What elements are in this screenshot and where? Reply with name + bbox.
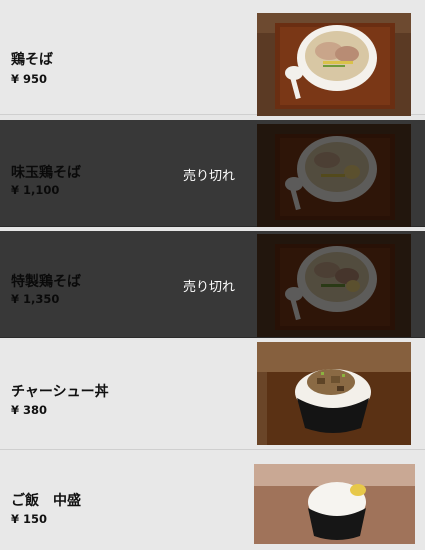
item-price: ¥ 1,100 — [11, 183, 60, 197]
menu-list: 鶏そば ¥ 950 味玉鶏そば ¥ 1,100 売り切れ 特製鶏そば ¥ 1,3… — [0, 0, 425, 550]
item-price: ¥ 1,350 — [11, 292, 60, 306]
menu-item-chashu-don[interactable]: チャーシュー丼 ¥ 380 — [0, 340, 425, 450]
item-price: ¥ 380 — [11, 403, 48, 417]
menu-item-gohan-chumori[interactable]: ご飯 中盛 ¥ 150 — [0, 450, 425, 550]
menu-item-tori-soba[interactable]: 鶏そば ¥ 950 — [0, 0, 425, 116]
item-name: チャーシュー丼 — [11, 384, 109, 400]
rice-bowl-photo — [254, 464, 415, 544]
item-name: 特製鶏そば — [11, 274, 81, 290]
item-name: 味玉鶏そば — [11, 165, 81, 181]
menu-item-ajitama-tori-soba[interactable]: 味玉鶏そば ¥ 1,100 売り切れ — [0, 120, 425, 227]
item-price: ¥ 150 — [11, 512, 48, 526]
menu-item-tokusei-tori-soba[interactable]: 特製鶏そば ¥ 1,350 売り切れ — [0, 231, 425, 338]
item-name: 鶏そば — [11, 52, 53, 68]
sold-out-label: 売り切れ — [183, 169, 236, 184]
ramen-photo — [257, 234, 411, 337]
item-price: ¥ 950 — [11, 72, 48, 86]
ramen-photo — [257, 124, 411, 227]
sold-out-label: 売り切れ — [183, 280, 236, 295]
chashu-rice-bowl-photo — [257, 342, 411, 445]
ramen-photo — [257, 13, 411, 116]
item-name: ご飯 中盛 — [11, 493, 81, 509]
